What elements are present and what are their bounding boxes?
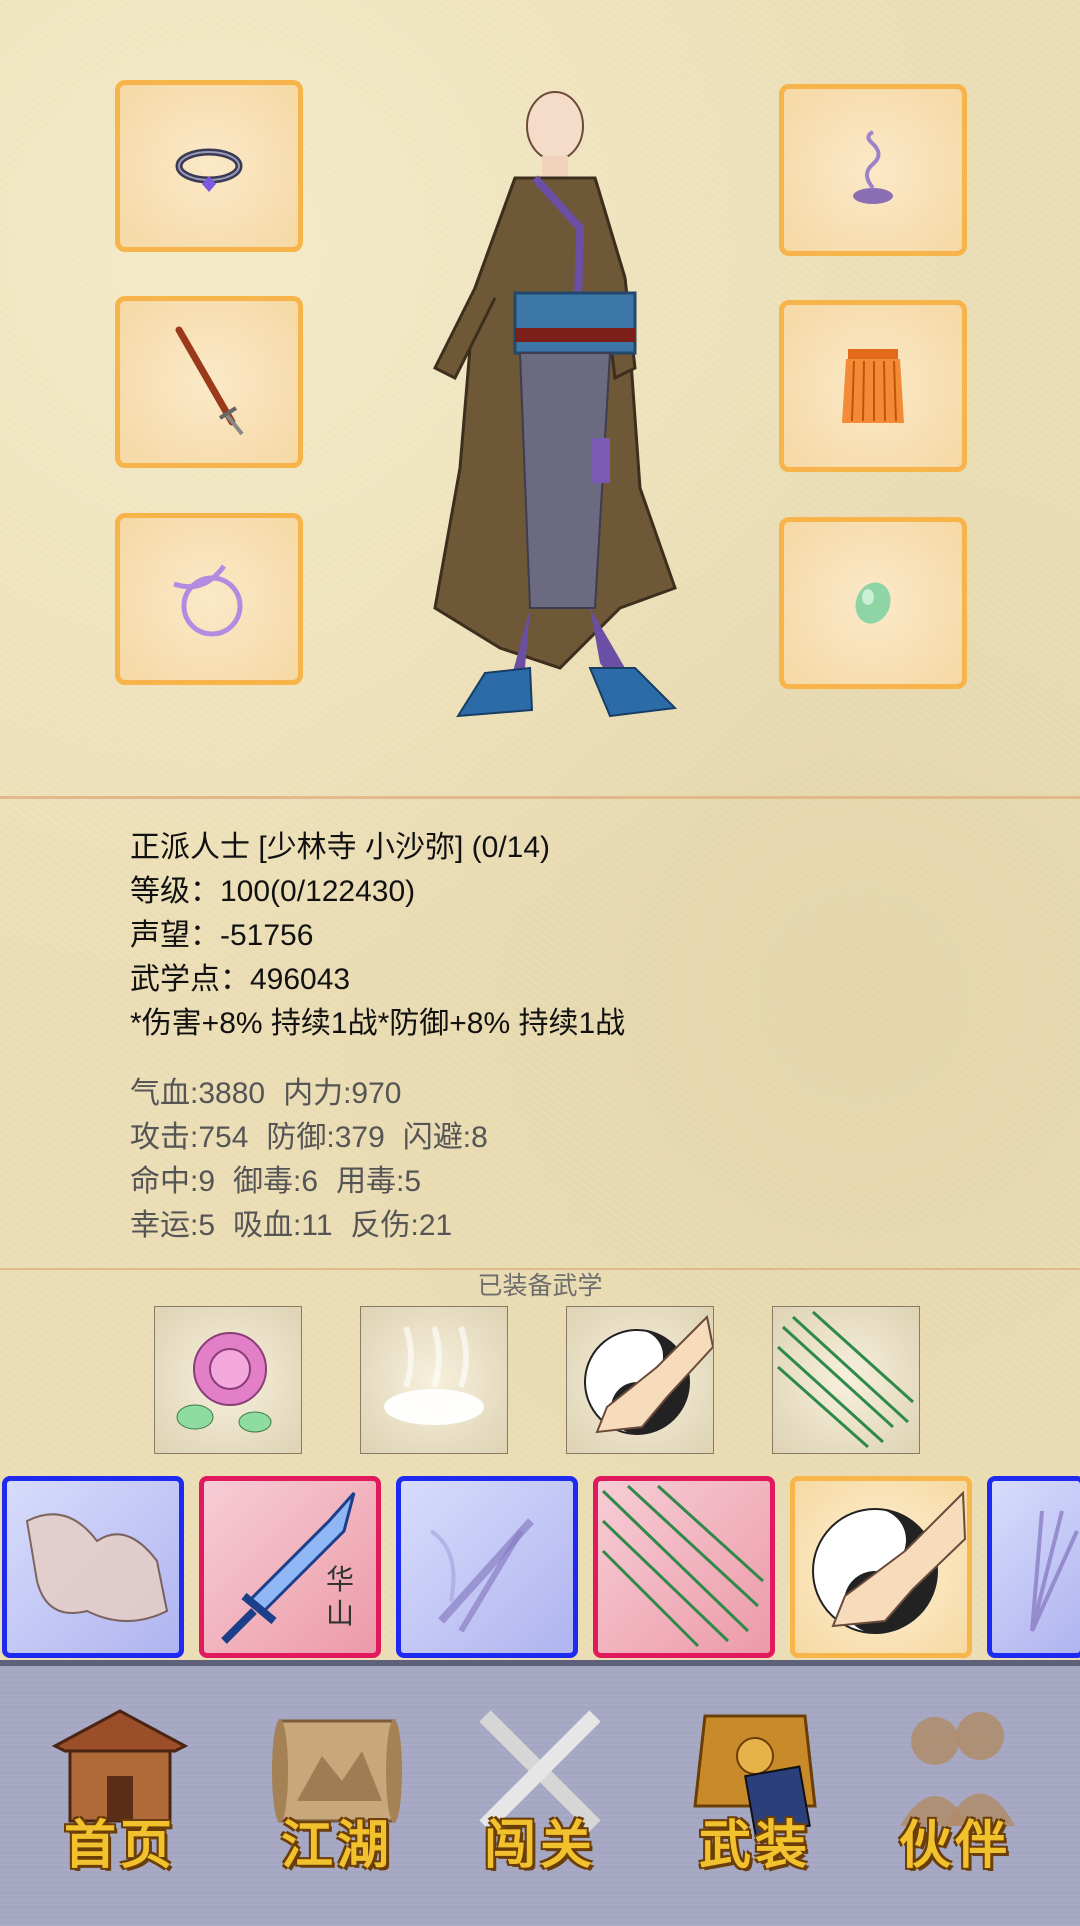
equip-slot-bracelet[interactable] <box>115 513 303 685</box>
character-figure <box>432 91 678 718</box>
stat-reflect: 反伤:21 <box>350 1209 453 1242</box>
player-skill-points: 武学点：496043 <box>130 963 351 996</box>
taiji-palm-icon <box>812 1490 967 1634</box>
player-title: 正派人士 [少林寺 小沙弥] (0/14) <box>130 831 551 864</box>
stats-row-4: 幸运:5 吸血:11 反伤:21 <box>130 1200 470 1244</box>
ring-icon <box>175 148 243 192</box>
stat-luck: 幸运:5 <box>130 1209 216 1242</box>
sword-icon <box>175 326 244 436</box>
player-buffs: *伤害+8% 持续1战*防御+8% 持续1战 <box>130 1007 626 1040</box>
skill-card-needles[interactable] <box>593 1476 775 1658</box>
bracelet-icon <box>173 564 243 637</box>
incense-icon <box>853 130 893 204</box>
equip-slot-armor[interactable] <box>779 300 967 472</box>
rose-icon <box>176 1332 272 1433</box>
nav-jianghu[interactable]: 江湖 <box>262 1696 412 1896</box>
nav-partner-label: 伙伴 <box>898 1815 1011 1876</box>
skill-card-fan[interactable] <box>987 1476 1080 1658</box>
nav-jianghu-label: 江湖 <box>280 1815 393 1876</box>
nav-home[interactable]: 首页 <box>45 1696 195 1896</box>
stat-hp: 气血:3880 <box>130 1077 266 1110</box>
stat-poison-resist: 御毒:6 <box>233 1165 319 1198</box>
skill-card-fist[interactable] <box>2 1476 184 1658</box>
needles-icon <box>601 1484 765 1648</box>
bottom-nav: 首页 江湖 闯关 武装 伙伴 <box>0 1660 1080 1926</box>
stat-lifesteal: 吸血:11 <box>233 1209 333 1242</box>
taiji-palm-icon <box>584 1314 715 1435</box>
stats-row-3: 命中:9 御毒:6 用毒:5 <box>130 1156 439 1200</box>
equip-slot-incense[interactable] <box>779 84 967 256</box>
fan-icon <box>1030 1510 1079 1632</box>
needles-icon <box>776 1310 915 1449</box>
skill-card-huashan-sword[interactable]: 华山 <box>199 1476 381 1658</box>
nav-partner[interactable]: 伙伴 <box>880 1696 1030 1896</box>
player-fame: 声望：-51756 <box>130 919 314 952</box>
armor-icon <box>842 349 904 423</box>
stat-attack: 攻击:754 <box>130 1121 249 1154</box>
nav-home-label: 首页 <box>63 1815 176 1876</box>
skill-card-taiji-palm[interactable] <box>790 1476 972 1658</box>
nav-equip-label: 武装 <box>698 1815 811 1876</box>
equip-slot-jade[interactable] <box>779 517 967 689</box>
divider-top <box>0 796 1080 799</box>
jade-icon <box>855 582 891 624</box>
stat-poison-use: 用毒:5 <box>336 1165 422 1198</box>
equipped-skill-1[interactable] <box>154 1306 302 1454</box>
stats-row-2: 攻击:754 防御:379 闪避:8 <box>130 1112 506 1156</box>
equipped-skill-2[interactable] <box>360 1306 508 1454</box>
skill-card-twin-blades[interactable] <box>396 1476 578 1658</box>
stat-defense: 防御:379 <box>266 1121 385 1154</box>
stats-row-1: 气血:3880 内力:970 <box>130 1068 419 1112</box>
nav-challenge[interactable]: 闯关 <box>465 1696 615 1896</box>
stat-dodge: 闪避:8 <box>402 1121 488 1154</box>
fist-icon <box>25 1513 169 1622</box>
nav-equip[interactable]: 武装 <box>680 1696 830 1896</box>
nav-challenge-label: 闯关 <box>483 1815 596 1876</box>
mist-icon <box>384 1326 484 1425</box>
equipped-skills-title: 已装备武学 <box>477 1272 603 1300</box>
player-level: 等级：100(0/122430) <box>130 875 416 908</box>
stat-hit: 命中:9 <box>130 1165 216 1198</box>
card-caption: 华山 <box>325 1563 354 1630</box>
twin-blades-icon <box>429 1518 534 1633</box>
equipped-skill-3[interactable] <box>566 1306 715 1454</box>
equip-slot-ring[interactable] <box>115 80 303 252</box>
equipped-skill-4[interactable] <box>772 1306 920 1454</box>
stat-mp: 内力:970 <box>283 1077 402 1110</box>
equip-slot-weapon[interactable] <box>115 296 303 468</box>
